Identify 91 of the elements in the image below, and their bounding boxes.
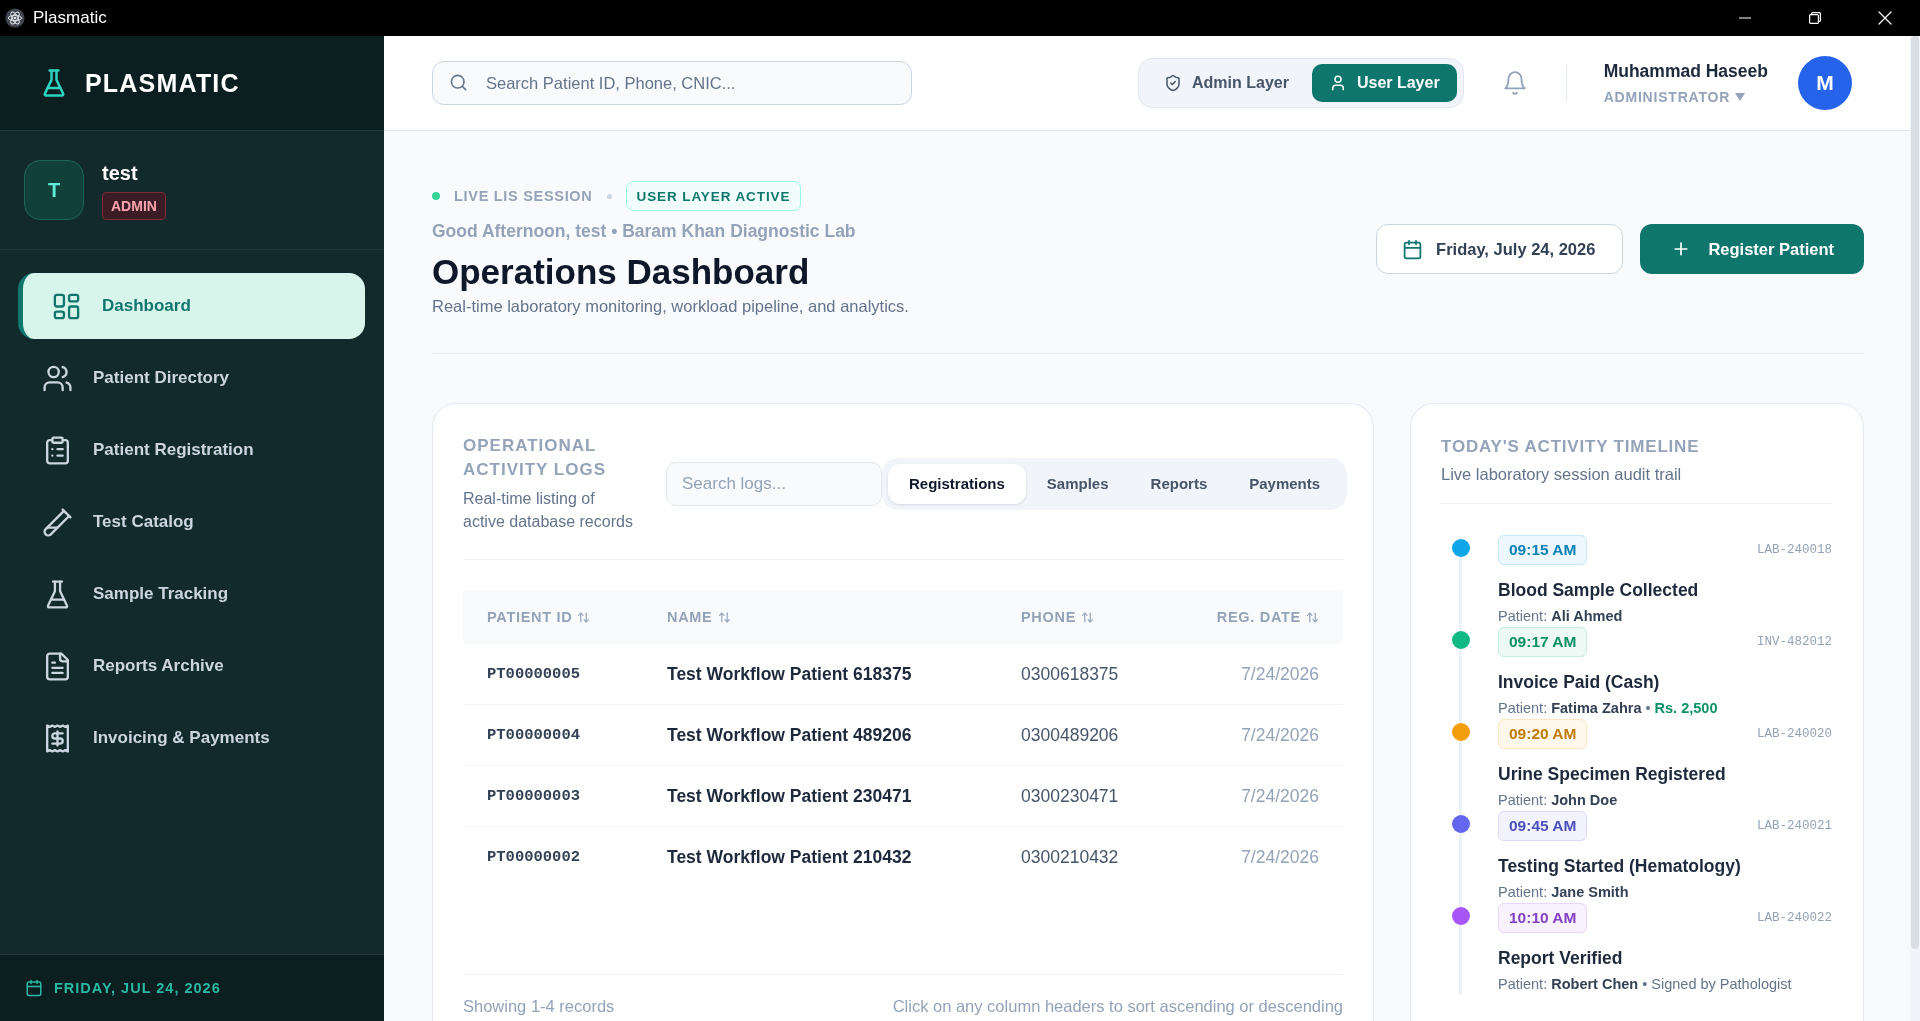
nav-item[interactable]: Patient Directory bbox=[18, 345, 365, 411]
tab[interactable]: Registrations bbox=[888, 463, 1026, 504]
app-logo-icon bbox=[5, 8, 25, 28]
reference-code: LAB-240018 bbox=[1757, 543, 1832, 557]
nav-item[interactable]: Dashboard bbox=[18, 273, 365, 339]
card-title: OPERATIONAL ACTIVITY LOGS bbox=[463, 435, 608, 481]
layer-toggle[interactable]: User Layer bbox=[1311, 64, 1457, 102]
table-cell: 7/24/2026 bbox=[1187, 826, 1343, 887]
reference-code: INV-482012 bbox=[1757, 635, 1832, 649]
status-dot-icon bbox=[432, 192, 440, 200]
search-field[interactable]: Search Patient ID, Phone, CNIC... bbox=[432, 61, 912, 105]
sort-hint: Click on any column headers to sort ascending or descending bbox=[892, 997, 1343, 1016]
time-badge: 09:15 AM bbox=[1498, 535, 1588, 565]
layer-badge: USER LAYER ACTIVE bbox=[625, 181, 802, 211]
table-cell: 0300489206 bbox=[997, 704, 1187, 766]
reference-code: LAB-240021 bbox=[1757, 819, 1832, 833]
session-label: LIVE LIS SESSION bbox=[454, 188, 593, 204]
greeting-text: Good Afternoon, test • Baram Khan Diagnostic Lab bbox=[432, 220, 857, 242]
table-cell: Test Workflow Patient 230471 bbox=[643, 765, 997, 827]
event-title: Blood Sample Collected bbox=[1498, 579, 1700, 601]
event-detail: Patient: Jane Smith bbox=[1498, 884, 1629, 900]
table-cell: Test Workflow Patient 618375 bbox=[643, 644, 997, 705]
tab[interactable]: Samples bbox=[1025, 463, 1130, 504]
event-title: Testing Started (Hematology) bbox=[1498, 855, 1742, 877]
table-cell: PT00000003 bbox=[463, 765, 643, 827]
table-cell: 7/24/2026 bbox=[1187, 704, 1343, 766]
event-detail: Patient: Fatima Zahra • bbox=[1498, 700, 1651, 716]
nav-item[interactable]: Invoicing & Payments bbox=[18, 705, 365, 771]
table-cell: PT00000005 bbox=[463, 644, 643, 705]
test-tube-icon bbox=[42, 506, 73, 538]
nav-item[interactable]: Sample Tracking bbox=[18, 561, 365, 627]
user-role: ADMINISTRATOR bbox=[1603, 89, 1731, 105]
event-title: Report Verified bbox=[1498, 947, 1624, 969]
table-cell: 7/24/2026 bbox=[1187, 765, 1343, 827]
register-button[interactable]: Register Patient bbox=[1640, 224, 1864, 274]
layer-toggle[interactable]: Admin Layer bbox=[1147, 64, 1306, 102]
sort-icon bbox=[1081, 611, 1095, 624]
tab[interactable]: Reports bbox=[1129, 463, 1229, 504]
table-cell: 0300210432 bbox=[997, 826, 1187, 887]
restore-icon[interactable] bbox=[1809, 12, 1821, 24]
amount-text: Rs. 2,500 bbox=[1654, 700, 1718, 716]
nav-item[interactable]: Test Catalog bbox=[18, 489, 365, 555]
shield-icon bbox=[1164, 74, 1182, 92]
page-subtitle: Real-time laboratory monitoring, workload pipeline, and analytics. bbox=[432, 296, 909, 317]
reference-code: LAB-240022 bbox=[1757, 911, 1832, 925]
record-count: Showing 1-4 records bbox=[463, 997, 615, 1016]
table-cell: Test Workflow Patient 210432 bbox=[643, 826, 997, 887]
user-avatar[interactable]: M bbox=[1798, 56, 1852, 110]
close-icon[interactable] bbox=[1878, 11, 1892, 25]
event-title: Urine Specimen Registered bbox=[1498, 763, 1727, 785]
bell-icon[interactable] bbox=[1501, 70, 1528, 96]
table-cell: Test Workflow Patient 489206 bbox=[643, 704, 997, 766]
time-badge: 10:10 AM bbox=[1498, 903, 1588, 933]
user-name: test bbox=[102, 160, 139, 185]
sort-icon bbox=[717, 611, 731, 624]
time-badge: 09:45 AM bbox=[1498, 811, 1588, 841]
event-detail: Patient: John Doe bbox=[1498, 792, 1618, 808]
card-subtitle: Real-time listing of active database records bbox=[463, 489, 634, 532]
nav-item[interactable]: Patient Registration bbox=[18, 417, 365, 483]
user-avatar: T bbox=[24, 160, 84, 220]
search-icon bbox=[449, 73, 468, 92]
sidebar-date: FRIDAY, JUL 24, 2026 bbox=[54, 980, 221, 996]
card-subtitle: Live laboratory session audit trail bbox=[1441, 464, 1683, 485]
page-title: Operations Dashboard bbox=[432, 251, 811, 293]
sort-icon bbox=[577, 611, 591, 624]
table-cell: 0300230471 bbox=[997, 765, 1187, 827]
dot-icon bbox=[606, 193, 612, 199]
user-name: Muhammad Haseeb bbox=[1603, 61, 1768, 82]
role-badge: ADMIN bbox=[102, 191, 166, 220]
event-detail: Patient: Robert Chen • Signed by Pathologist bbox=[1498, 976, 1792, 992]
sort-icon bbox=[1306, 611, 1319, 624]
event-title: Invoice Paid (Cash) bbox=[1498, 671, 1661, 693]
table-cell: PT00000002 bbox=[463, 826, 643, 887]
table-cell: 0300618375 bbox=[997, 644, 1187, 705]
caret-icon bbox=[1735, 93, 1746, 101]
scrollbar-thumb[interactable] bbox=[1911, 36, 1919, 949]
window-title: Plasmatic bbox=[33, 8, 107, 28]
calendar-icon bbox=[1402, 238, 1424, 260]
reference-code: LAB-240020 bbox=[1757, 727, 1832, 741]
time-badge: 09:17 AM bbox=[1498, 627, 1588, 657]
event-detail: Patient: Ali Ahmed bbox=[1498, 608, 1623, 624]
time-badge: 09:20 AM bbox=[1498, 719, 1588, 749]
search-field[interactable]: Search logs... bbox=[666, 461, 882, 506]
table-cell: PT00000004 bbox=[463, 704, 643, 766]
tab[interactable]: Payments bbox=[1228, 463, 1342, 504]
nav-item[interactable]: Reports Archive bbox=[18, 633, 365, 699]
date-button[interactable]: Friday, July 24, 2026 bbox=[1376, 224, 1624, 274]
table-cell: 7/24/2026 bbox=[1187, 644, 1343, 705]
card-title: TODAY'S ACTIVITY TIMELINE bbox=[1441, 436, 1701, 458]
brand-name: PLASMATIC bbox=[85, 68, 240, 98]
calendar-icon bbox=[25, 979, 43, 997]
